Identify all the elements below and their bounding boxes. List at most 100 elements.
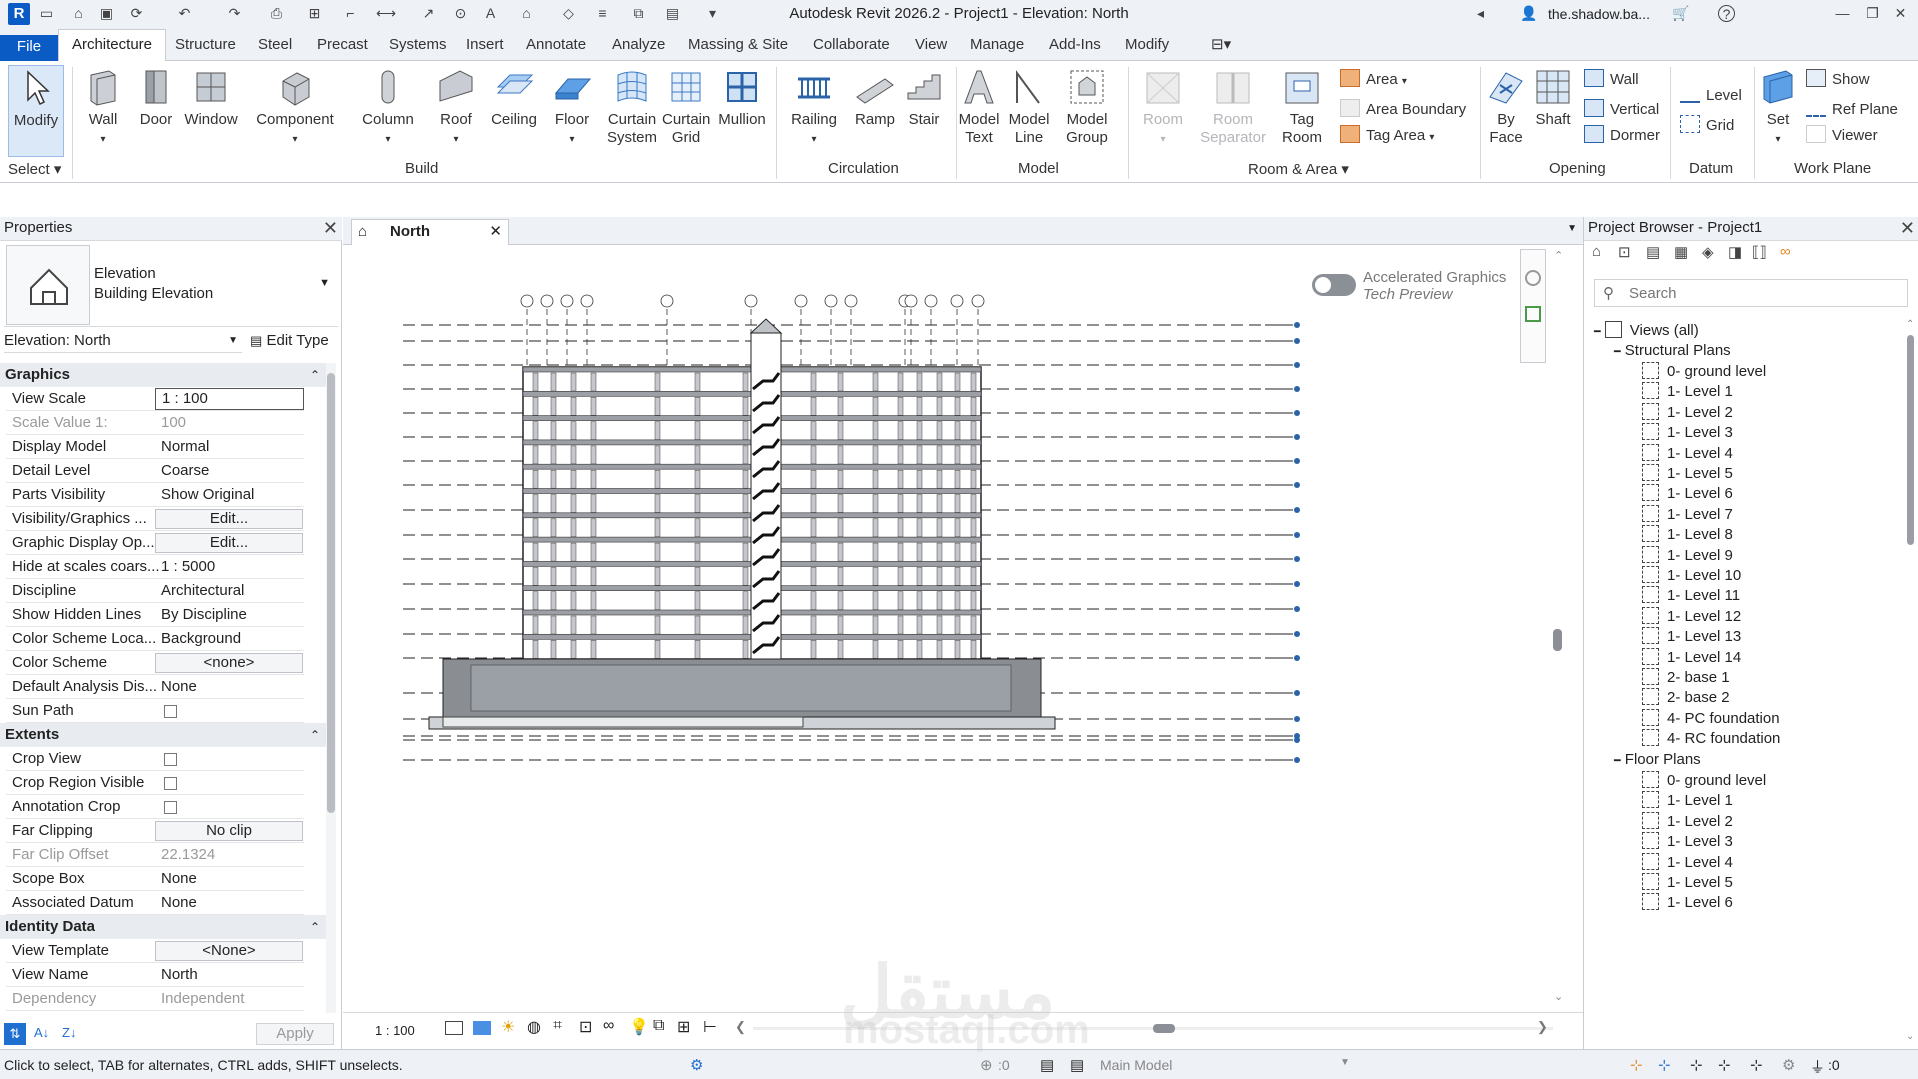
tree-view-item[interactable]: 1- Level 13: [1642, 627, 1741, 647]
prop-row[interactable]: Associated Datum None: [6, 891, 304, 915]
main-model-select[interactable]: Main Model ▼: [1100, 1057, 1350, 1073]
vertical-button[interactable]: Vertical: [1584, 99, 1659, 120]
room-area-panel-label[interactable]: Room & Area ▾: [1248, 160, 1349, 178]
prop-value[interactable]: Background: [155, 627, 304, 651]
groups-icon[interactable]: ◨: [1728, 243, 1742, 261]
tab-structure[interactable]: Structure: [175, 35, 236, 55]
curtain-grid-button[interactable]: Curtain Grid: [662, 67, 710, 147]
sun-path-checkbox[interactable]: [164, 705, 177, 718]
tab-add-ins[interactable]: Add-Ins: [1049, 35, 1101, 55]
select-pinned-icon[interactable]: ⊹: [1690, 1056, 1703, 1074]
tree-view-item[interactable]: 1- Level 4: [1642, 852, 1733, 873]
minimize-icon[interactable]: —: [1834, 5, 1851, 22]
background-process-icon[interactable]: ⚙: [1782, 1056, 1795, 1074]
room-button[interactable]: Room ▾: [1138, 67, 1188, 149]
viewer-button[interactable]: Viewer: [1806, 125, 1878, 146]
reveal-hidden-icon[interactable]: 💡: [629, 1017, 649, 1037]
tab-analyze[interactable]: Analyze: [612, 35, 665, 55]
dormer-button[interactable]: Dormer: [1584, 125, 1660, 146]
chevron-down-icon[interactable]: ▼: [319, 277, 330, 289]
area-button[interactable]: Area ▾: [1340, 69, 1407, 92]
prop-row[interactable]: Display Model Normal: [6, 435, 304, 459]
left-arrow-icon[interactable]: ◂: [1472, 5, 1489, 22]
link-icon[interactable]: ∞: [1780, 243, 1791, 260]
collapse-icon[interactable]: ⌃: [310, 915, 320, 939]
restore-icon[interactable]: ❐: [1864, 5, 1881, 22]
tree-view-item[interactable]: 1- Level 12: [1642, 606, 1741, 627]
tree-view-item[interactable]: 1- Level 5: [1642, 873, 1733, 893]
tab-insert[interactable]: Insert: [466, 35, 504, 55]
legends-icon[interactable]: ▤: [1646, 243, 1660, 261]
select-dropdown[interactable]: Select ▾: [8, 160, 61, 178]
tree-view-item[interactable]: 1- Level 5: [1642, 464, 1733, 484]
properties-scrollbar[interactable]: [326, 363, 336, 1013]
color-scheme-button[interactable]: <none>: [155, 653, 303, 673]
tab-steel[interactable]: Steel: [258, 35, 292, 55]
crop-region-icon[interactable]: ⊡: [579, 1017, 592, 1037]
tab-precast[interactable]: Precast: [317, 35, 368, 55]
tree-view-item[interactable]: 1- Level 9: [1642, 545, 1733, 566]
tree-view-item[interactable]: 1- Level 6: [1642, 484, 1733, 504]
group-identity-data[interactable]: Identity Data ⌃: [0, 915, 326, 939]
group-graphics[interactable]: Graphics ⌃: [0, 363, 326, 387]
column-button[interactable]: Column ▾: [358, 67, 418, 149]
scroll-thumb[interactable]: [1553, 629, 1562, 651]
level-button[interactable]: Level: [1680, 85, 1742, 106]
tab-modify[interactable]: Modify: [1125, 35, 1169, 55]
tab-view[interactable]: View: [915, 35, 947, 55]
prop-row[interactable]: Detail Level Coarse: [6, 459, 304, 483]
temp-view-icon[interactable]: ⧉: [653, 1017, 664, 1035]
tab-north[interactable]: ⌂ North ✕: [351, 219, 509, 245]
design-options-icon[interactable]: ⊕: [980, 1056, 993, 1074]
drawing-canvas[interactable]: Accelerated Graphics Tech Preview ⌃ ⌄: [343, 245, 1567, 1012]
select-by-face-icon[interactable]: ⊹: [1718, 1056, 1731, 1074]
area-boundary-button[interactable]: Area Boundary: [1340, 99, 1466, 120]
prop-row[interactable]: View Name North: [6, 963, 304, 987]
tree-structural-plans[interactable]: ━ Structural Plans: [1614, 341, 1731, 362]
close-icon[interactable]: ✕: [489, 220, 502, 244]
by-face-button[interactable]: By Face: [1484, 67, 1528, 147]
tree-view-item[interactable]: 0- ground level: [1642, 362, 1766, 382]
ref-plane-button[interactable]: Ref Plane: [1806, 99, 1898, 120]
tree-view-item[interactable]: 1- Level 6: [1642, 893, 1733, 913]
scroll-thumb[interactable]: [1153, 1024, 1175, 1033]
wall-button[interactable]: Wall ▾: [80, 67, 126, 149]
prop-value[interactable]: North: [155, 963, 304, 987]
tree-view-item[interactable]: 1- Level 14: [1642, 647, 1741, 668]
temp-hide-icon[interactable]: ∞: [603, 1017, 614, 1035]
grid-button[interactable]: Grid: [1680, 115, 1734, 136]
vis-graphics-edit-button[interactable]: Edit...: [155, 509, 303, 529]
schedules-icon[interactable]: ▦: [1674, 243, 1688, 261]
tab-manage[interactable]: Manage: [970, 35, 1024, 55]
prop-row[interactable]: Default Analysis Dis... None: [6, 675, 304, 699]
select-underlay-icon[interactable]: ⊹: [1658, 1056, 1671, 1074]
type-selector[interactable]: Elevation Building Elevation ▼: [4, 243, 338, 327]
tag-area-button[interactable]: Tag Area ▾: [1340, 125, 1434, 148]
collapse-icon[interactable]: ━: [1594, 326, 1601, 338]
view-scale-field[interactable]: 1 : 100: [155, 388, 304, 410]
prop-row[interactable]: Scope Box None: [6, 867, 304, 891]
stair-button[interactable]: Stair: [902, 67, 946, 129]
component-button[interactable]: Component ▾: [252, 67, 338, 149]
model-combo-icon[interactable]: ▤: [1070, 1056, 1084, 1074]
railing-button[interactable]: Railing ▾: [786, 67, 842, 149]
user-icon[interactable]: 👤: [1520, 5, 1537, 22]
model-line-button[interactable]: Model Line: [1006, 67, 1052, 147]
tab-annotate[interactable]: Annotate: [526, 35, 586, 55]
scroll-thumb[interactable]: [327, 373, 335, 813]
collapse-icon[interactable]: ⌃: [310, 363, 320, 387]
home-icon[interactable]: ⌂: [1592, 243, 1601, 260]
tag-room-button[interactable]: Tag Room: [1276, 67, 1328, 147]
views-icon[interactable]: ⊡: [1618, 243, 1631, 261]
prop-row[interactable]: Discipline Architectural: [6, 579, 304, 603]
scroll-thumb[interactable]: [1907, 335, 1914, 545]
help-icon[interactable]: ?: [1718, 5, 1735, 22]
prop-row[interactable]: View Scale 1 : 100: [6, 387, 304, 411]
tree-view-item[interactable]: 1- Level 11: [1642, 586, 1740, 606]
cart-icon[interactable]: 🛒: [1672, 5, 1689, 22]
prop-row[interactable]: Hide at scales coars... 1 : 5000: [6, 555, 304, 579]
revit-links-icon[interactable]: ⟦⟧: [1752, 243, 1767, 261]
collapse-icon[interactable]: ⌃: [310, 723, 320, 747]
edit-type-button[interactable]: ▤ Edit Type: [250, 330, 329, 352]
analytical-icon[interactable]: ⊞: [677, 1017, 690, 1037]
